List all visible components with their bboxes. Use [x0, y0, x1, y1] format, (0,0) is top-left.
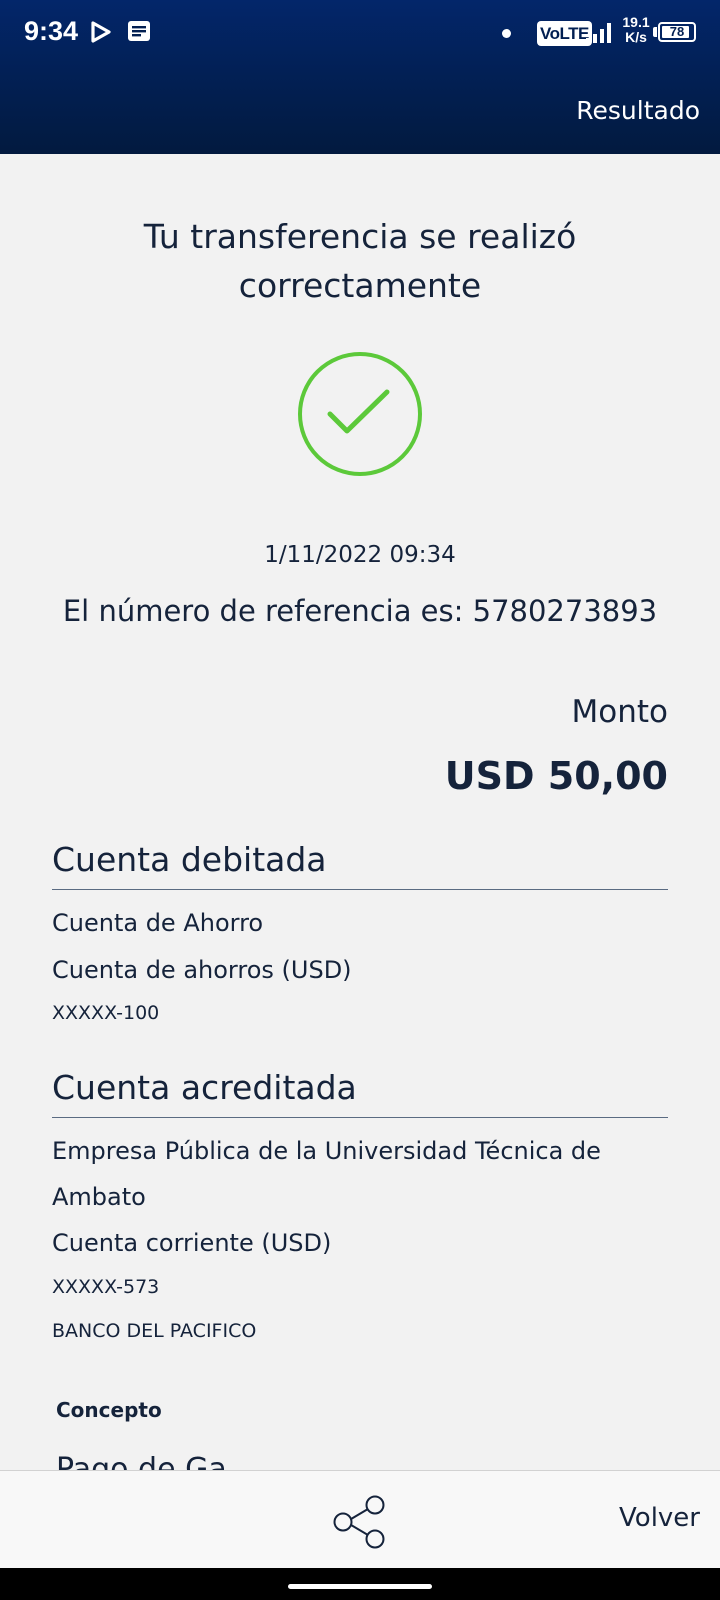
credited-holder-line2: Ambato	[52, 1183, 146, 1211]
message-icon	[127, 20, 151, 46]
status-bar: 9:34 VoLTE 19.1 K/s 78	[0, 0, 720, 66]
back-button[interactable]: Volver	[619, 1503, 700, 1533]
bottom-action-bar: Volver	[0, 1470, 720, 1568]
debited-section-title: Cuenta debitada	[52, 840, 668, 890]
play-icon	[89, 20, 113, 48]
home-gesture-handle[interactable]	[288, 1584, 432, 1589]
credited-holder-line1: Empresa Pública de la Universidad Técnic…	[52, 1137, 601, 1165]
network-rate-value: 19.1	[622, 14, 650, 30]
share-icon	[333, 1495, 385, 1549]
reference-number: El número de referencia es: 5780273893	[62, 594, 658, 628]
battery-icon: 78	[658, 22, 696, 42]
battery-level: 78	[669, 24, 685, 39]
credited-section-title: Cuenta acreditada	[52, 1068, 668, 1118]
page-title: Resultado	[576, 96, 700, 125]
debited-account-number: XXXXX-100	[52, 1002, 160, 1024]
result-content[interactable]: Tu transferencia se realizó correctament…	[0, 154, 720, 1470]
volte-badge: VoLTE	[537, 21, 592, 46]
network-rate: 19.1 K/s	[619, 15, 653, 45]
share-button[interactable]	[330, 1495, 390, 1549]
battery-tip	[653, 27, 657, 37]
transaction-datetime: 1/11/2022 09:34	[264, 542, 456, 568]
debited-account-name: Cuenta de Ahorro	[52, 909, 264, 937]
status-time: 9:34	[24, 16, 79, 46]
signal-icon	[586, 22, 614, 48]
success-message: Tu transferencia se realizó correctament…	[143, 217, 577, 305]
amount-value: USD 50,00	[444, 754, 668, 798]
check-circle-icon	[296, 350, 424, 478]
amount-label: Monto	[571, 694, 668, 730]
network-rate-unit: K/s	[625, 29, 647, 45]
debited-account-type: Cuenta de ahorros (USD)	[52, 956, 352, 984]
credited-bank: BANCO DEL PACIFICO	[52, 1320, 257, 1342]
system-nav-bar	[0, 1568, 720, 1600]
credited-account-type: Cuenta corriente (USD)	[52, 1229, 332, 1257]
credited-account-number: XXXXX-573	[52, 1276, 160, 1298]
concept-value: Pago de Ga	[56, 1452, 227, 1470]
concept-label: Concepto	[56, 1398, 162, 1422]
notification-dot-icon	[502, 29, 511, 38]
app-header: 9:34 VoLTE 19.1 K/s 78 Resultado	[0, 0, 720, 154]
